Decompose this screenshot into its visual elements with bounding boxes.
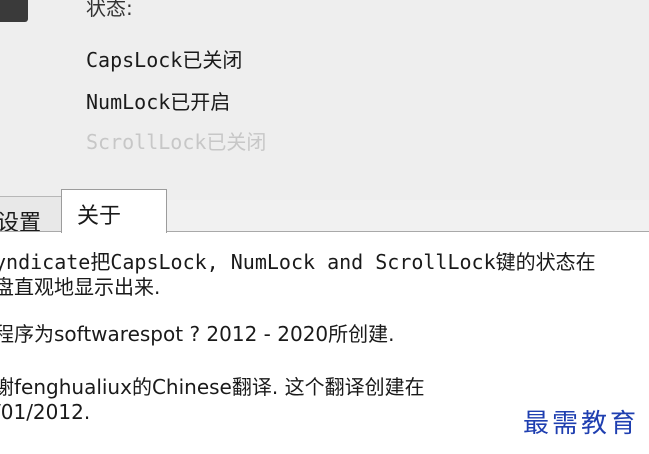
capslock-key-label: CapsLock (86, 48, 183, 72)
about-description-line2: 盘直观地显示出来. (0, 275, 161, 299)
tab-about[interactable]: 关于 (61, 189, 167, 233)
tab-settings[interactable]: 设置 (0, 196, 62, 236)
watermark-text: 最需教育 (520, 403, 641, 440)
about-translation-line2: /01/2012. (0, 400, 91, 424)
capslock-state: 已关闭 (182, 48, 243, 72)
scrolllock-status: ScrollLock已关闭 (86, 126, 266, 155)
about-description-line1: yndicate把CapsLock, NumLock and ScrollLoc… (0, 250, 596, 274)
numlock-key-label: NumLock (86, 90, 171, 114)
status-heading: 状态: (86, 0, 133, 20)
about-translation-line1: 谢fenghualiux的Chinese翻译. 这个翻译创建在 (0, 375, 425, 399)
numlock-status: NumLock已开启 (86, 86, 230, 115)
about-description: yndicate把CapsLock, NumLock and ScrollLoc… (0, 250, 596, 300)
tab-bar: 设置 关于 (0, 186, 649, 236)
status-section: 状态: CapsLock已关闭 NumLock已开启 ScrollLock已关闭 (0, 0, 649, 200)
capslock-status: CapsLock已关闭 (86, 44, 242, 73)
numlock-state: 已开启 (170, 90, 231, 114)
window-corner-dark (0, 0, 28, 22)
scrolllock-state: 已关闭 (206, 130, 267, 154)
about-translation: 谢fenghualiux的Chinese翻译. 这个翻译创建在 /01/2012… (0, 375, 425, 425)
about-copyright: 程序为softwarespot ? 2012 - 2020所创建. (0, 322, 395, 346)
scrolllock-key-label: ScrollLock (86, 130, 207, 154)
